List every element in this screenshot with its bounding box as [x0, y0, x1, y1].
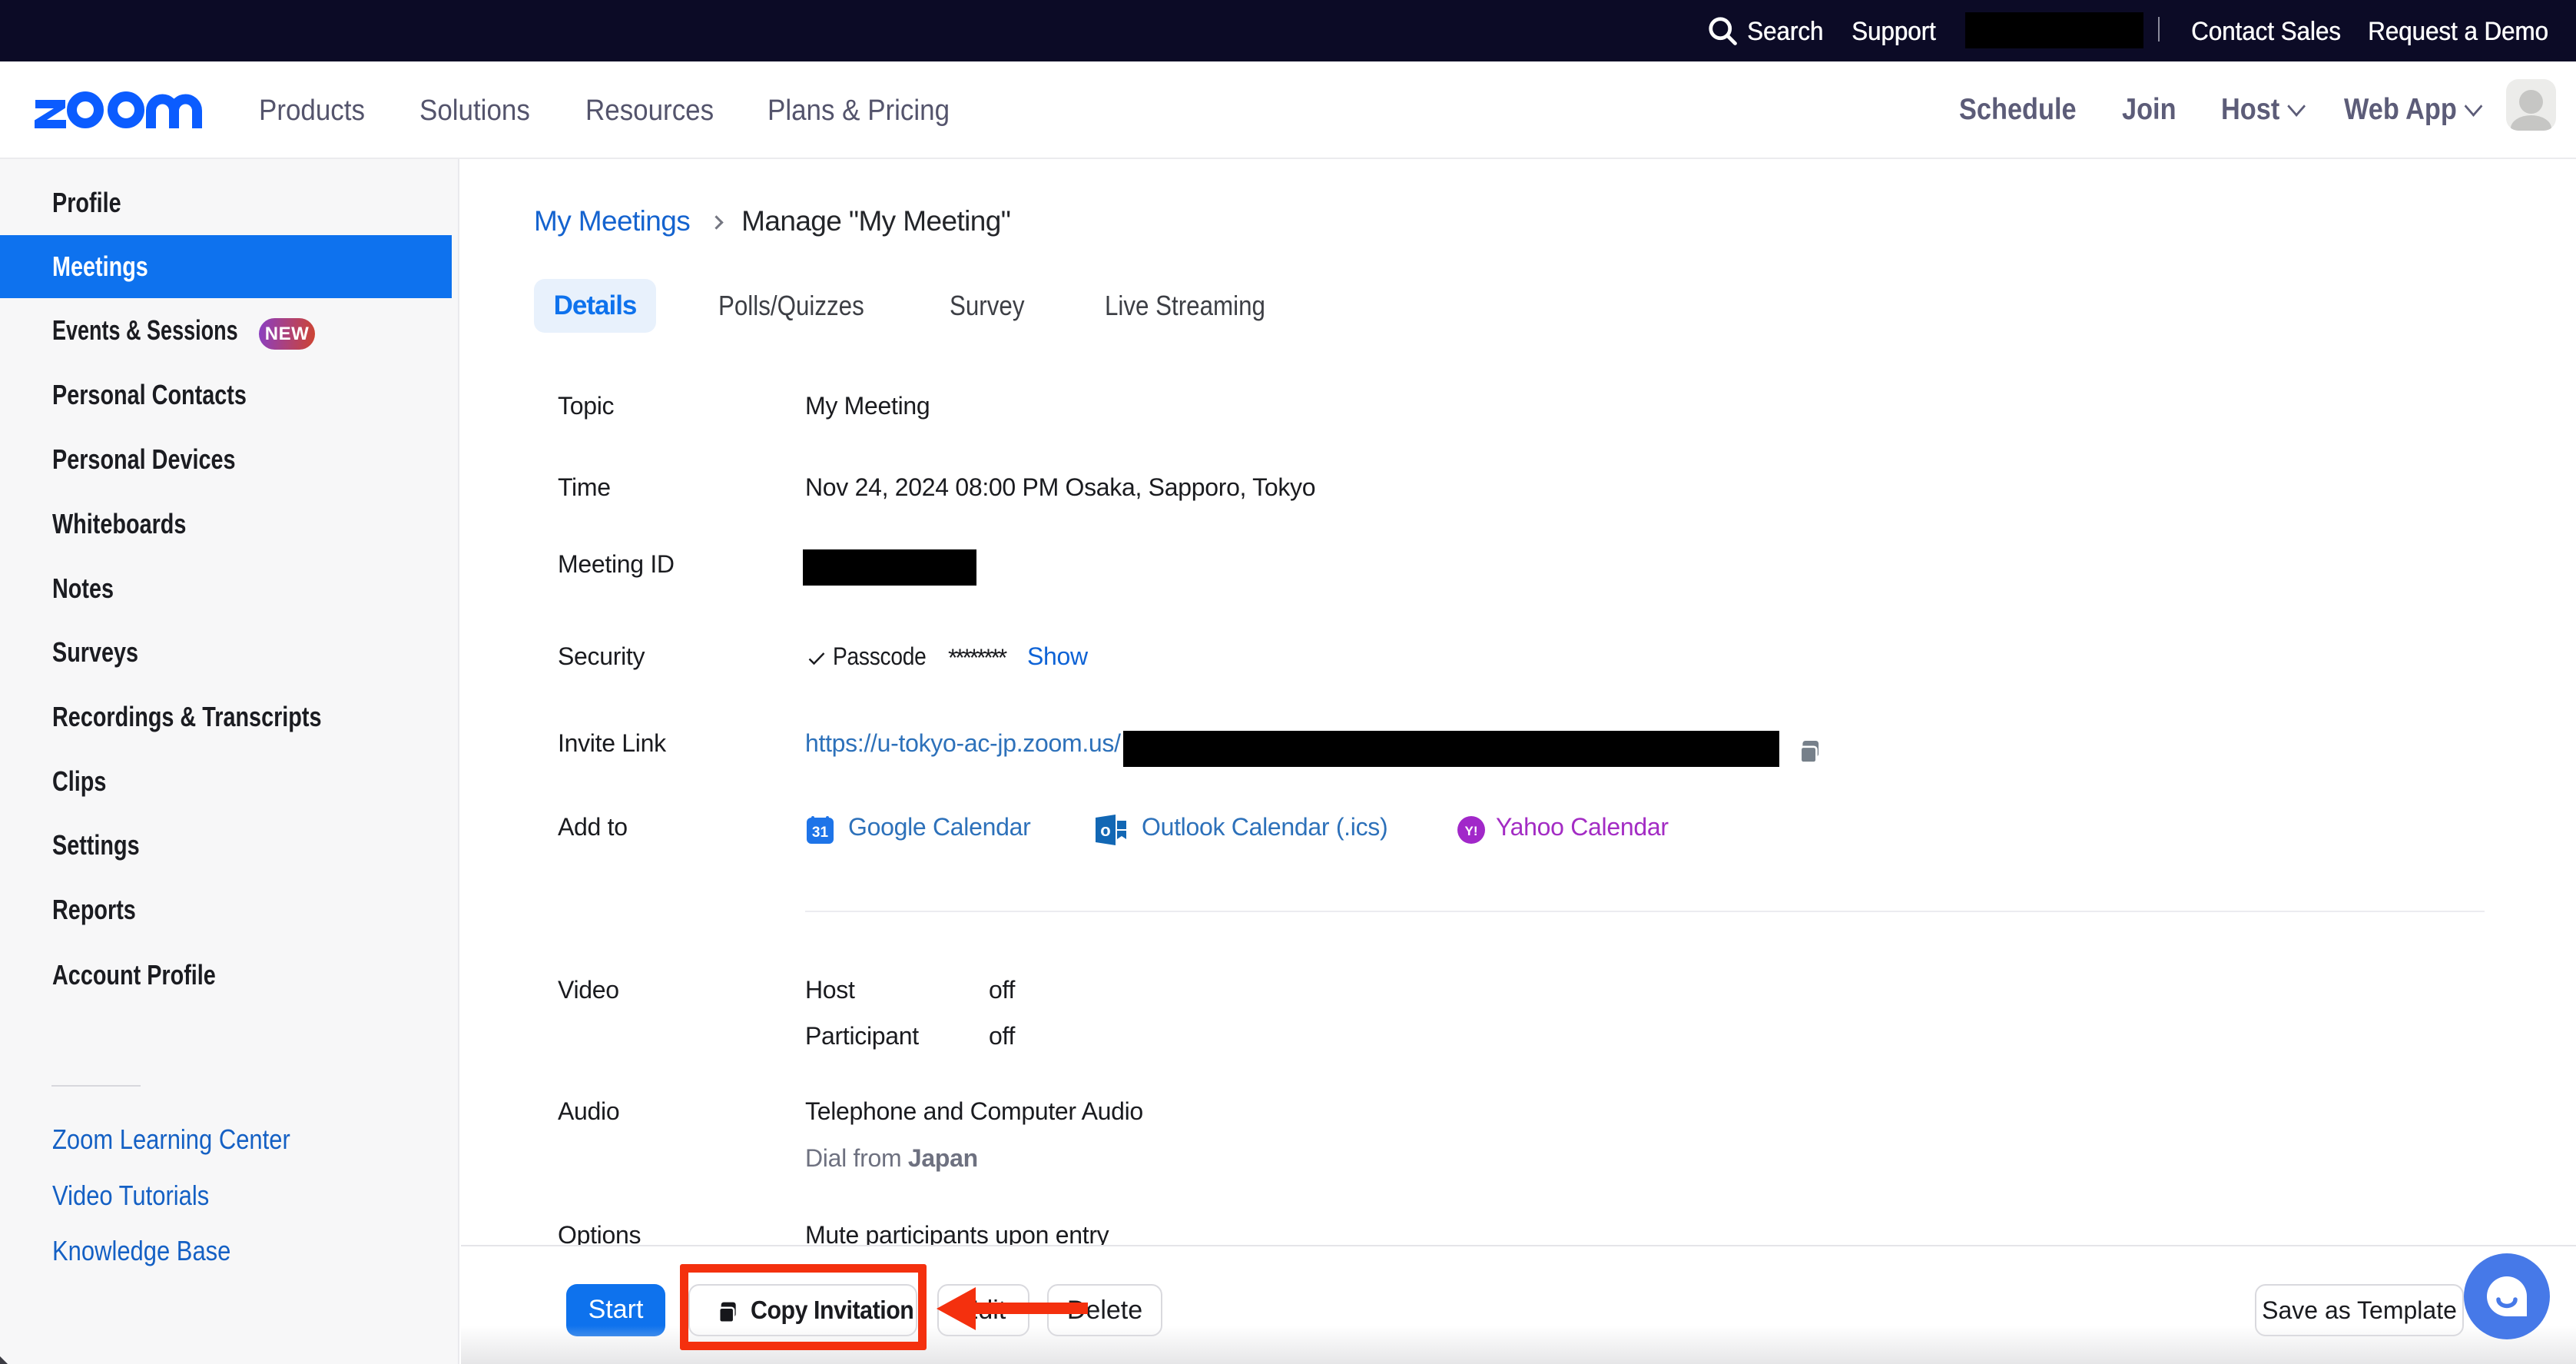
svg-text:o: o: [1100, 821, 1110, 840]
svg-text:31: 31: [812, 825, 829, 841]
svg-text:Y!: Y!: [1465, 824, 1478, 838]
